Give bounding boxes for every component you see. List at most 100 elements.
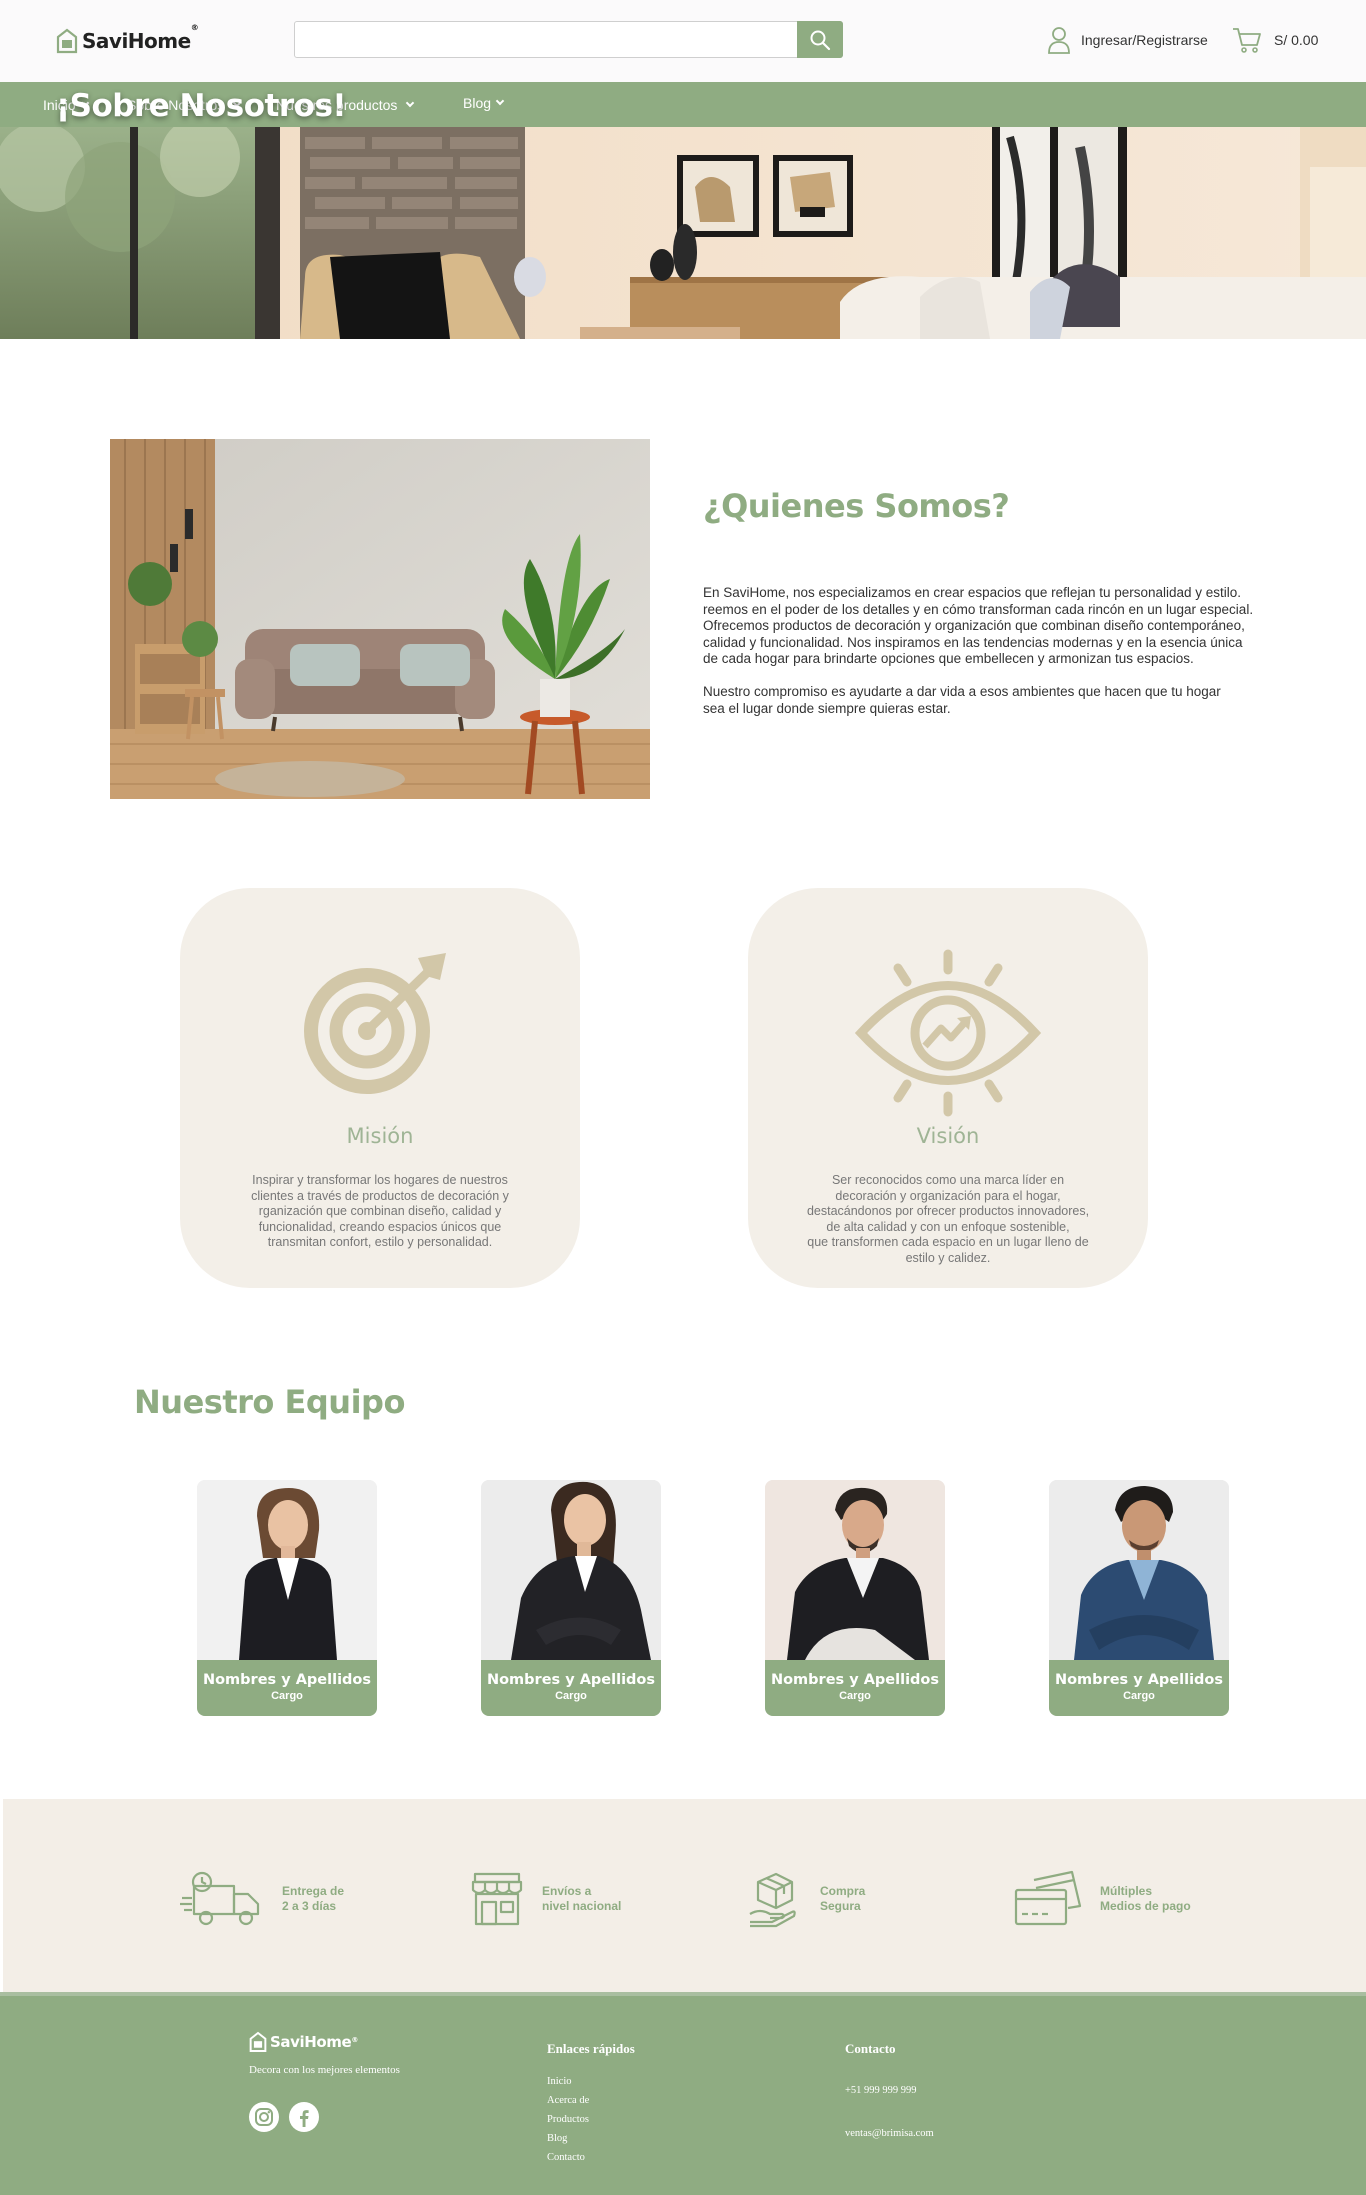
team-member-card: Nombres y Apellidos Cargo [765, 1480, 945, 1716]
feature-line: Envíos a [542, 1884, 592, 1898]
footer-tagline: Decora con los mejores elementos [249, 2064, 400, 2076]
text-line: clientes a través de productos de decora… [251, 1188, 509, 1203]
secure-package-icon [749, 1872, 796, 1928]
house-logo-icon [56, 28, 78, 54]
feature-line: Segura [820, 1899, 861, 1913]
account-label: Ingresar/Registrarse [1081, 32, 1208, 48]
feature-item: Envíos a nivel nacional [470, 1870, 621, 1928]
search-input[interactable] [295, 22, 785, 57]
team-member-role: Cargo [555, 1690, 587, 1702]
footer-links: Inicio Acerca de Productos Blog Contacto [547, 2072, 589, 2167]
mission-card: Misión Inspirar y transformar los hogare… [180, 888, 580, 1288]
text-line: estilo y calidez. [905, 1250, 991, 1265]
mission-title: Misión [346, 1124, 414, 1148]
team-member-card: Nombres y Apellidos Cargo [481, 1480, 661, 1716]
about-paragraph-1: En SaviHome, nos especializamos en crear… [703, 585, 1283, 668]
text-line: reemos en el poder de los detalles y en … [703, 601, 1254, 617]
footer-link-acerca-de[interactable]: Acerca de [547, 2091, 589, 2110]
team-member-card: Nombres y Apellidos Cargo [197, 1480, 377, 1716]
feature-text: Envíos a nivel nacional [542, 1884, 621, 1914]
text-line: de cada hogar para brindarte opciones qu… [703, 651, 1194, 667]
logo-text: SaviHome® [82, 23, 199, 53]
nav-item-label: Blog [463, 94, 492, 111]
feature-line: Múltiples [1100, 1884, 1153, 1898]
eye-growth-icon [854, 949, 1042, 1117]
footer-logo[interactable]: SaviHome® [249, 2030, 358, 2054]
chevron-down-icon [495, 96, 505, 105]
team-member-photo [1049, 1480, 1229, 1660]
feature-item: Entrega de 2 a 3 días [180, 1870, 344, 1928]
credit-card-icon [1014, 1870, 1082, 1926]
feature-item: Compra Segura [748, 1870, 865, 1928]
text-line: En SaviHome, nos especializamos en crear… [703, 585, 1242, 600]
nav-item-blog[interactable]: Blog [463, 80, 505, 125]
shopping-cart-icon [1233, 28, 1261, 53]
cart-link[interactable]: S/ 0.00 [1232, 24, 1318, 56]
team-member-card: Nombres y Apellidos Cargo [1049, 1480, 1229, 1716]
facebook-icon [300, 2110, 309, 2127]
chevron-down-icon [406, 98, 415, 107]
text-line: decoración y organización para el hogar, [835, 1188, 1061, 1203]
team-member-name: Nombres y Apellidos [486, 1672, 656, 1688]
sofa-room-image [110, 439, 650, 799]
text-line: funcionalidad, creando espacios únicos q… [258, 1219, 502, 1234]
feature-text: Entrega de 2 a 3 días [282, 1884, 344, 1914]
team-member-role: Cargo [1123, 1690, 1155, 1702]
text-line: calidad y funcionalidad. Nos inspiramos … [703, 634, 1243, 650]
search-icon [810, 30, 831, 50]
team-member-photo [765, 1480, 945, 1660]
feature-item: Múltiples Medios de pago [1014, 1870, 1191, 1928]
search-button[interactable] [797, 21, 843, 58]
team-member-caption: Nombres y Apellidos Cargo [1049, 1660, 1229, 1716]
cart-total: S/ 0.00 [1274, 32, 1319, 48]
feature-line: Compra [820, 1884, 866, 1898]
footer-links-title: Enlaces rápidos [547, 2041, 635, 2056]
text-line: sea el lugar donde siempre quieras estar… [703, 700, 951, 716]
feature-text: Compra Segura [820, 1884, 865, 1914]
vision-card: Visión Ser reconocidos como una marca lí… [748, 888, 1148, 1288]
delivery-truck-icon [180, 1871, 260, 1926]
footer-email[interactable]: ventas@brimisa.com [845, 2128, 934, 2139]
team-member-photo [197, 1480, 377, 1660]
about-image [110, 439, 650, 799]
team-member-photo [481, 1480, 661, 1660]
footer-link-contacto[interactable]: Contacto [547, 2148, 589, 2167]
team-member-caption: Nombres y Apellidos Cargo [481, 1660, 661, 1716]
hero-title: ¡Sobre Nosotros! [56, 88, 347, 124]
living-room-banner-image [0, 127, 1366, 339]
footer-phone[interactable]: +51 999 999 999 [845, 2085, 917, 2096]
house-logo-icon [249, 2031, 267, 2052]
vision-title: Visión [916, 1124, 980, 1148]
instagram-link[interactable] [249, 2102, 279, 2132]
target-icon [304, 953, 446, 1094]
vision-text: Ser reconocidos como una marca líder en … [798, 1173, 1098, 1266]
about-paragraph-2: Nuestro compromiso es ayudarte a dar vid… [703, 684, 1283, 717]
team-member-caption: Nombres y Apellidos Cargo [197, 1660, 377, 1716]
feature-line: Entrega de [282, 1884, 345, 1898]
text-line: Ofrecemos productos de decoración y orga… [703, 618, 1245, 634]
team-member-name: Nombres y Apellidos [1054, 1672, 1224, 1688]
account-link[interactable]: Ingresar/Registrarse [1047, 24, 1208, 56]
footer-link-blog[interactable]: Blog [547, 2129, 589, 2148]
text-line: transmitan confort, estilo y personalida… [267, 1235, 493, 1249]
feature-text: Múltiples Medios de pago [1100, 1884, 1191, 1914]
instagram-icon [255, 2108, 273, 2126]
text-line: rganización que combinan diseño, calidad… [258, 1204, 502, 1218]
about-title: ¿Quienes Somos? [703, 487, 1010, 525]
text-line: Inspirar y transformar los hogares de nu… [252, 1173, 508, 1187]
site-footer [0, 1992, 1366, 2195]
team-title: Nuestro Equipo [134, 1383, 405, 1421]
facebook-link[interactable] [289, 2102, 319, 2132]
team-member-role: Cargo [271, 1690, 303, 1702]
text-line: Ser reconocidos como una marca líder en [831, 1173, 1065, 1187]
footer-contact-title: Contacto [845, 2041, 896, 2056]
mission-text: Inspirar y transformar los hogares de nu… [235, 1173, 525, 1251]
footer-link-inicio[interactable]: Inicio [547, 2072, 589, 2091]
team-member-name: Nombres y Apellidos [202, 1672, 372, 1688]
text-line: de alta calidad y con un enfoque sosteni… [826, 1219, 1070, 1234]
footer-link-productos[interactable]: Productos [547, 2110, 589, 2129]
feature-line: Medios de pago [1100, 1899, 1191, 1913]
site-logo[interactable]: SaviHome® [56, 23, 199, 56]
feature-line: 2 a 3 días [282, 1899, 337, 1913]
team-member-caption: Nombres y Apellidos Cargo [765, 1660, 945, 1716]
